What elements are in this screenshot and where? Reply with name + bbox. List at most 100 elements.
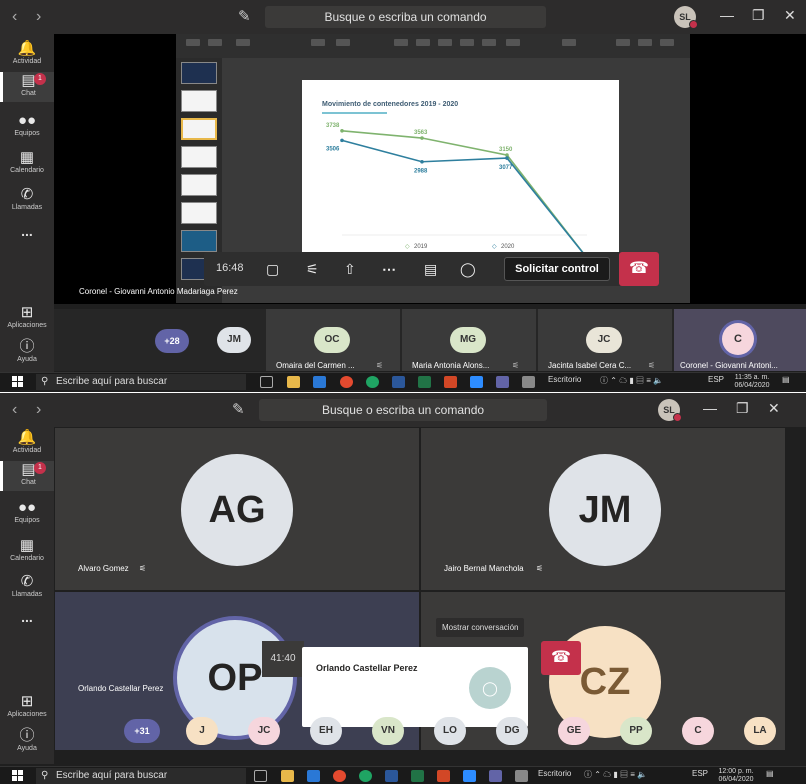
taskbar-clock[interactable]: 12:00 p. m. 06/04/2020	[712, 768, 760, 784]
desktop-label[interactable]: Escritorio	[538, 769, 571, 778]
more-icon[interactable]: ...	[0, 609, 54, 629]
chrome-icon[interactable]	[333, 770, 346, 782]
close-icon[interactable]: ✕	[784, 7, 796, 24]
participant-tile[interactable]: JC Jacinta Isabel Cera C... ⚟	[538, 309, 672, 371]
slide-thumb[interactable]	[181, 202, 217, 224]
app-icon[interactable]	[366, 376, 379, 388]
rail-calendar[interactable]: ▦ Calendario	[0, 149, 54, 179]
maximize-icon[interactable]: ❐	[752, 7, 765, 24]
task-view-icon[interactable]	[260, 376, 273, 388]
share-screen-icon[interactable]: ⇧	[344, 261, 356, 278]
participant-avatar[interactable]: C	[682, 717, 714, 745]
slide-thumb[interactable]	[181, 90, 217, 112]
excel-icon[interactable]	[411, 770, 424, 782]
more-icon[interactable]: ...	[0, 223, 54, 243]
video-tile[interactable]: JM Jairo Bernal Manchola ⚟	[420, 427, 786, 591]
file-explorer-icon[interactable]	[281, 770, 294, 782]
video-tile[interactable]: AG Alvaro Gomez ⚟	[54, 427, 420, 591]
teams-taskbar-icon[interactable]	[496, 376, 509, 388]
participant-card[interactable]: Orlando Castellar Perez ◯	[302, 647, 528, 727]
rail-help[interactable]: ⓘ Ayuda	[0, 727, 54, 755]
search-input[interactable]: Busque o escriba un comando	[265, 6, 546, 28]
camera-off-icon[interactable]: ▢	[266, 261, 279, 278]
hang-up-button[interactable]: ☎	[619, 252, 659, 286]
participant-tile-active[interactable]: C Coronel - Giovanni Antoni...	[674, 309, 806, 371]
windows-start-icon[interactable]	[12, 376, 24, 388]
rail-calls[interactable]: ✆ Llamadas	[0, 186, 54, 216]
tray-icons[interactable]: ⓘ ⌃ ☁ ▮ ▤ ≡ 🔈	[584, 769, 647, 780]
taskbar-clock[interactable]: 11:35 a. m. 06/04/2020	[728, 374, 776, 390]
search-input[interactable]: Busque o escriba un comando	[259, 399, 547, 421]
rail-chat[interactable]: ▤ Chat 1	[0, 72, 54, 102]
back-arrow-icon[interactable]: ‹	[12, 401, 17, 419]
rail-activity[interactable]: 🔔 Actividad	[0, 40, 54, 70]
rail-apps[interactable]: ⊞ Aplicaciones	[0, 304, 54, 332]
participant-avatar[interactable]: PP	[620, 717, 652, 745]
participant-avatar[interactable]: DG	[496, 717, 528, 745]
slide-thumb[interactable]	[181, 174, 217, 196]
taskbar-search[interactable]: ⚲ Escribe aquí para buscar	[36, 374, 246, 390]
user-avatar[interactable]: SL	[658, 399, 682, 422]
acrobat-icon[interactable]	[437, 770, 450, 782]
notifications-icon[interactable]: ▤	[766, 769, 774, 778]
show-conversation-icon[interactable]: ▤	[424, 261, 437, 278]
minimize-icon[interactable]: —	[703, 400, 717, 416]
zoom-icon[interactable]	[463, 770, 476, 782]
participant-tile[interactable]: OC Omaira del Carmen ... ⚟	[266, 309, 400, 371]
mail-icon[interactable]	[313, 376, 326, 388]
rail-teams[interactable]: ●● Equipos	[0, 112, 54, 142]
more-participants-badge[interactable]: +31	[124, 719, 160, 743]
slide-thumb[interactable]	[181, 146, 217, 168]
teams-taskbar-icon[interactable]	[489, 770, 502, 782]
slide-thumb[interactable]	[181, 62, 217, 84]
participant-avatar[interactable]: GE	[558, 717, 590, 745]
rail-activity[interactable]: 🔔 Actividad	[0, 429, 54, 459]
participant-avatar[interactable]: JC	[248, 717, 280, 745]
windows-start-icon[interactable]	[12, 770, 24, 782]
excel-icon[interactable]	[418, 376, 431, 388]
participant-avatar[interactable]: LA	[744, 717, 776, 745]
file-explorer-icon[interactable]	[287, 376, 300, 388]
rail-chat[interactable]: ▤ Chat 1	[0, 461, 54, 491]
slide-thumb[interactable]	[181, 230, 217, 252]
chrome-icon[interactable]	[340, 376, 353, 388]
user-avatar[interactable]: SL	[674, 6, 698, 29]
participant-avatar[interactable]: J	[186, 717, 218, 745]
forward-arrow-icon[interactable]: ›	[36, 401, 41, 419]
taskbar-search[interactable]: ⚲ Escribe aquí para buscar	[36, 768, 246, 784]
zoom-icon[interactable]	[470, 376, 483, 388]
forward-arrow-icon[interactable]: ›	[36, 8, 41, 26]
slide-thumb-selected[interactable]	[181, 118, 217, 140]
participant-avatar[interactable]: JM	[217, 327, 251, 353]
task-view-icon[interactable]	[254, 770, 267, 782]
compose-icon[interactable]: ✎	[232, 400, 245, 418]
mail-icon[interactable]	[307, 770, 320, 782]
language-indicator[interactable]: ESP	[708, 375, 724, 384]
app-icon[interactable]	[515, 770, 528, 782]
notifications-icon[interactable]: ▤	[782, 375, 790, 384]
more-options-icon[interactable]: ⋯	[382, 261, 396, 278]
request-control-button[interactable]: Solicitar control	[504, 257, 610, 281]
word-icon[interactable]	[385, 770, 398, 782]
rail-apps[interactable]: ⊞ Aplicaciones	[0, 693, 54, 721]
hang-up-button[interactable]: ☎	[541, 641, 581, 675]
more-participants-badge[interactable]: +28	[155, 329, 189, 353]
participant-avatar[interactable]: VN	[372, 717, 404, 745]
rail-calls[interactable]: ✆ Llamadas	[0, 573, 54, 603]
participant-avatar[interactable]: LO	[434, 717, 466, 745]
compose-icon[interactable]: ✎	[238, 7, 251, 25]
back-arrow-icon[interactable]: ‹	[12, 8, 17, 26]
rail-help[interactable]: ⓘ Ayuda	[0, 338, 54, 366]
participants-icon[interactable]: ◯	[460, 261, 476, 278]
minimize-icon[interactable]: —	[720, 7, 734, 23]
word-icon[interactable]	[392, 376, 405, 388]
participant-avatar[interactable]: EH	[310, 717, 342, 745]
rail-teams[interactable]: ●● Equipos	[0, 499, 54, 529]
app-icon[interactable]	[522, 376, 535, 388]
rail-calendar[interactable]: ▦ Calendario	[0, 537, 54, 567]
language-indicator[interactable]: ESP	[692, 769, 708, 778]
participant-tile[interactable]: MG Maria Antonia Alons... ⚟	[402, 309, 536, 371]
mic-off-icon[interactable]: ⚟	[306, 261, 319, 278]
maximize-icon[interactable]: ❐	[736, 400, 749, 417]
acrobat-icon[interactable]	[444, 376, 457, 388]
